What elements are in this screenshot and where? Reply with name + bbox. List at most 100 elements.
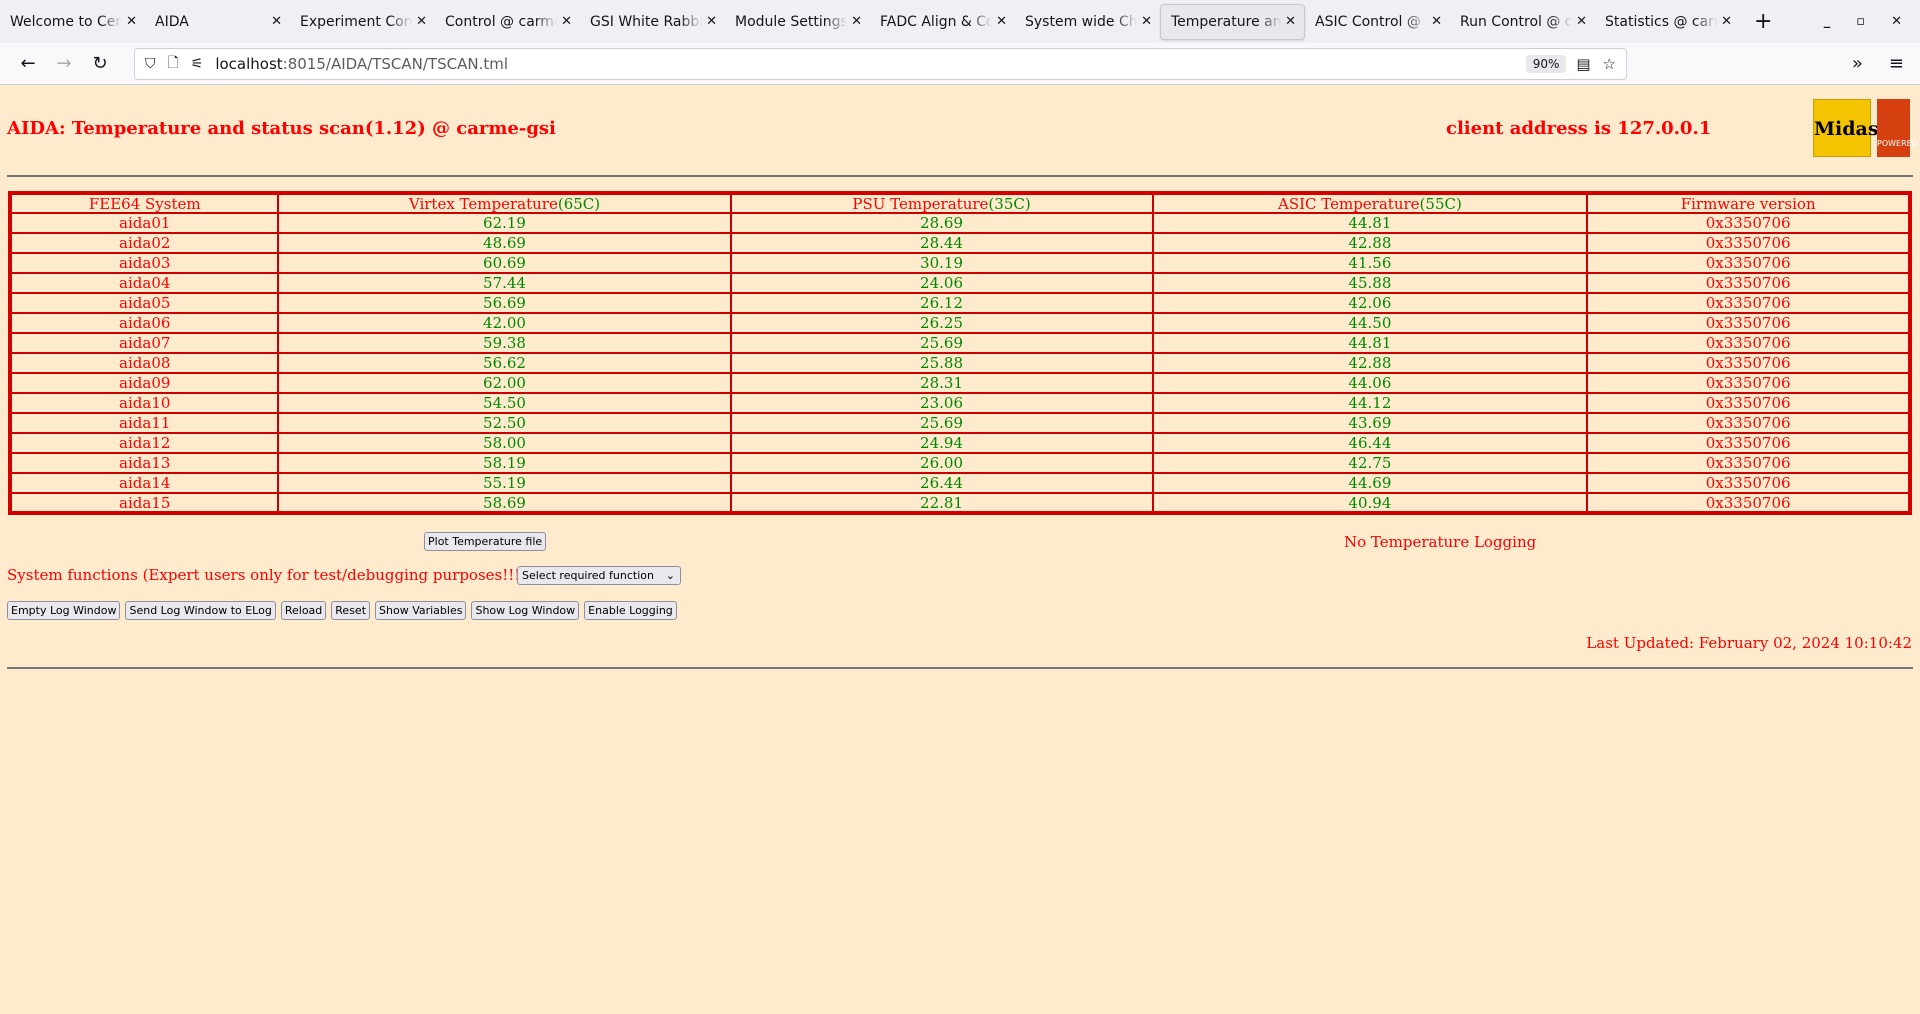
firmware-version: 0x3350706 [1586, 272, 1911, 294]
virtex-temp: 62.19 [277, 212, 732, 234]
send-log-window-to-elog-button[interactable]: Send Log Window to ELog [125, 601, 276, 620]
virtex-temp: 55.19 [277, 472, 732, 494]
forward-icon[interactable]: → [46, 53, 82, 74]
plot-temperature-button[interactable]: Plot Temperature file [424, 532, 547, 551]
browser-tab[interactable]: Module Settings ✕ [725, 4, 870, 40]
show-variables-button[interactable]: Show Variables [375, 601, 467, 620]
close-tab-icon[interactable]: ✕ [706, 14, 717, 29]
tab-title: Experiment Cont [300, 13, 413, 30]
table-row: aida13 58.19 26.00 42.75 0x3350706 [8, 452, 1911, 474]
close-tab-icon[interactable]: ✕ [1431, 14, 1442, 29]
maximize-icon[interactable]: ▫ [1856, 14, 1865, 29]
system-name: aida08 [8, 352, 280, 374]
url-path: :8015/AIDA/TSCAN/TSCAN.tml [282, 54, 509, 73]
empty-log-window-button[interactable]: Empty Log Window [7, 601, 121, 620]
minimize-icon[interactable]: _ [1824, 14, 1831, 29]
firmware-version: 0x3350706 [1586, 492, 1911, 514]
shield-icon[interactable]: ⛉ [145, 56, 156, 72]
tab-title: Run Control @ ca [1460, 13, 1573, 30]
url-bar[interactable]: ⛉ 🗋 ⚟ localhost:8015/AIDA/TSCAN/TSCAN.tm… [134, 47, 1627, 80]
close-window-icon[interactable]: ✕ [1891, 14, 1902, 29]
table-row: aida10 54.50 23.06 44.12 0x3350706 [8, 392, 1911, 414]
system-name: aida13 [8, 452, 280, 474]
system-name: aida01 [8, 212, 280, 234]
reset-button[interactable]: Reset [331, 601, 371, 620]
system-name: aida15 [8, 492, 280, 514]
psu-temp: 28.69 [729, 212, 1154, 234]
asic-temp: 46.44 [1151, 432, 1589, 454]
table-row: aida14 55.19 26.44 44.69 0x3350706 [8, 472, 1911, 494]
reader-view-icon[interactable]: ▤ [1576, 55, 1590, 73]
virtex-temp: 62.00 [277, 372, 732, 394]
table-row: aida09 62.00 28.31 44.06 0x3350706 [8, 372, 1911, 394]
psu-temp: 26.00 [729, 452, 1154, 474]
table-row: aida06 42.00 26.25 44.50 0x3350706 [8, 312, 1911, 334]
back-icon[interactable]: ← [10, 53, 46, 74]
overflow-chevron-icon[interactable]: » [1852, 53, 1863, 74]
new-tab-button[interactable]: + [1740, 9, 1786, 34]
virtex-temp: 57.44 [277, 272, 732, 294]
table-row: aida08 56.62 25.88 42.88 0x3350706 [8, 352, 1911, 374]
header-asic: ASIC Temperature(55C) [1151, 192, 1589, 214]
header-virtex-label: Virtex Temperature [408, 194, 558, 213]
page-title: AIDA: Temperature and status scan(1.12) … [7, 118, 556, 139]
psu-temp: 23.06 [729, 392, 1154, 414]
permissions-icon[interactable]: ⚟ [191, 56, 204, 72]
close-tab-icon[interactable]: ✕ [1721, 14, 1732, 29]
tab-title: Welcome to Cent [10, 13, 123, 30]
table-row: aida07 59.38 25.69 44.81 0x3350706 [8, 332, 1911, 354]
reload-icon[interactable]: ↻ [82, 53, 118, 74]
function-select[interactable]: Select required function ⌄ [517, 566, 681, 585]
virtex-temp: 42.00 [277, 312, 732, 334]
close-tab-icon[interactable]: ✕ [416, 14, 427, 29]
browser-tab[interactable]: Experiment Cont ✕ [290, 4, 435, 40]
browser-tab[interactable]: Temperature and ✕ [1160, 3, 1305, 40]
asic-temp: 40.94 [1151, 492, 1589, 514]
reload-button[interactable]: Reload [280, 601, 327, 620]
table-row: aida04 57.44 24.06 45.88 0x3350706 [8, 272, 1911, 294]
zoom-level[interactable]: 90% [1525, 54, 1567, 73]
psu-temp: 22.81 [729, 492, 1154, 514]
close-tab-icon[interactable]: ✕ [1285, 14, 1296, 29]
tab-title: FADC Align & Co [880, 13, 993, 30]
last-updated: Last Updated: February 02, 2024 10:10:42 [1586, 634, 1912, 652]
firmware-version: 0x3350706 [1586, 372, 1911, 394]
enable-logging-button[interactable]: Enable Logging [584, 601, 677, 620]
browser-tab[interactable]: AIDA ✕ [145, 4, 290, 40]
header-psu-limit: (35C) [988, 194, 1031, 213]
close-tab-icon[interactable]: ✕ [1141, 14, 1152, 29]
header-psu: PSU Temperature(35C) [729, 192, 1154, 214]
close-tab-icon[interactable]: ✕ [1576, 14, 1587, 29]
close-tab-icon[interactable]: ✕ [126, 14, 137, 29]
close-tab-icon[interactable]: ✕ [561, 14, 572, 29]
asic-temp: 43.69 [1151, 412, 1589, 434]
table-row: aida01 62.19 28.69 44.81 0x3350706 [8, 212, 1911, 234]
firmware-version: 0x3350706 [1586, 452, 1911, 474]
table-row: aida05 56.69 26.12 42.06 0x3350706 [8, 292, 1911, 314]
virtex-temp: 58.00 [277, 432, 732, 454]
firmware-version: 0x3350706 [1586, 352, 1911, 374]
show-log-window-button[interactable]: Show Log Window [471, 601, 580, 620]
browser-tab[interactable]: FADC Align & Co ✕ [870, 4, 1015, 40]
close-tab-icon[interactable]: ✕ [851, 14, 862, 29]
virtex-temp: 48.69 [277, 232, 732, 254]
browser-tab[interactable]: Run Control @ ca ✕ [1450, 4, 1595, 40]
asic-temp: 42.88 [1151, 232, 1589, 254]
browser-tab[interactable]: ASIC Control @ c ✕ [1305, 4, 1450, 40]
browser-tab[interactable]: Welcome to Cent ✕ [0, 4, 145, 40]
menu-icon[interactable]: ≡ [1889, 53, 1904, 74]
browser-tab[interactable]: Statistics @ carm ✕ [1595, 4, 1740, 40]
close-tab-icon[interactable]: ✕ [996, 14, 1007, 29]
browser-tab[interactable]: System wide Che ✕ [1015, 4, 1160, 40]
close-tab-icon[interactable]: ✕ [271, 14, 282, 29]
system-name: aida09 [8, 372, 280, 394]
asic-temp: 45.88 [1151, 272, 1589, 294]
tab-title: System wide Che [1025, 13, 1138, 30]
virtex-temp: 52.50 [277, 412, 732, 434]
bookmark-star-icon[interactable]: ☆ [1603, 55, 1616, 73]
browser-tab[interactable]: Control @ carme ✕ [435, 4, 580, 40]
psu-temp: 24.94 [729, 432, 1154, 454]
browser-tab[interactable]: GSI White Rabbit ✕ [580, 4, 725, 40]
system-name: aida02 [8, 232, 280, 254]
psu-temp: 28.31 [729, 372, 1154, 394]
